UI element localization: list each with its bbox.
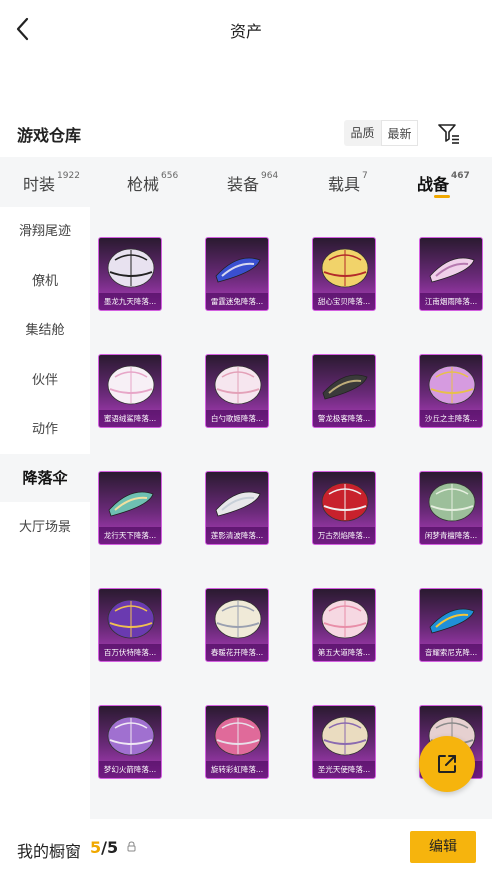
item-card[interactable]: 蜜语绒鲨降落...: [98, 354, 162, 428]
sidebar-item-companion[interactable]: 伙伴: [0, 357, 90, 405]
parachute-thumbnail: [321, 716, 369, 756]
item-name: 音耀索尼克降...: [420, 644, 482, 661]
parachute-thumbnail: [214, 599, 262, 639]
sidebar-item-glide-trail[interactable]: 滑翔尾迹: [0, 208, 90, 256]
parachute-thumbnail: [321, 248, 369, 288]
item-card[interactable]: 第五大道降落...: [312, 588, 376, 662]
edit-button[interactable]: 编辑: [410, 831, 476, 863]
tab-equipment[interactable]: 装备 964: [227, 171, 278, 195]
item-name: 白勺歌姬降落...: [206, 410, 268, 427]
item-card[interactable]: 梦幻火箭降落...: [98, 705, 162, 779]
item-card[interactable]: 墨龙九天降落...: [98, 237, 162, 311]
item-name: 旋转彩虹降落...: [206, 761, 268, 778]
item-card[interactable]: 春暖花开降落...: [205, 588, 269, 662]
item-name: 沙丘之主降落...: [420, 410, 482, 427]
item-card[interactable]: 音耀索尼克降...: [419, 588, 483, 662]
parachute-thumbnail: [215, 257, 261, 283]
item-grid: 墨龙九天降落... 雷霆迷兔降落... 甜心宝贝降落... 江南烟雨降落... 蜜语绒鲨…: [90, 207, 492, 819]
item-card[interactable]: 警龙极客降落...: [312, 354, 376, 428]
item-card[interactable]: 甜心宝贝降落...: [312, 237, 376, 311]
item-name: 江南烟雨降落...: [420, 293, 482, 310]
item-card[interactable]: 白勺歌姬降落...: [205, 354, 269, 428]
parachute-thumbnail: [107, 599, 155, 639]
parachute-thumbnail: [108, 491, 154, 517]
item-name: 圣光天使降落...: [313, 761, 375, 778]
item-name: 莲影清波降落...: [206, 527, 268, 544]
item-card[interactable]: 雷霆迷兔降落...: [205, 237, 269, 311]
item-name: 警龙极客降落...: [313, 410, 375, 427]
sort-newest-option[interactable]: 最新: [381, 120, 418, 146]
item-name: 甜心宝贝降落...: [313, 293, 375, 310]
parachute-thumbnail: [215, 491, 261, 517]
parachute-thumbnail: [321, 599, 369, 639]
tab-fashion[interactable]: 时装 1922: [23, 171, 80, 195]
page-title: 资产: [229, 22, 262, 41]
tab-vehicles[interactable]: 载具 7: [328, 171, 368, 195]
parachute-thumbnail: [107, 365, 155, 405]
parachute-thumbnail: [428, 365, 476, 405]
item-name: 闲梦青檀降落...: [420, 527, 482, 544]
item-card[interactable]: 旋转彩虹降落...: [205, 705, 269, 779]
item-name: 雷霆迷兔降落...: [206, 293, 268, 310]
item-card[interactable]: 万古烈焰降落...: [312, 471, 376, 545]
item-name: 春暖花开降落...: [206, 644, 268, 661]
item-name: 龙行天下降落...: [99, 527, 161, 544]
showcase-count: 5/5: [90, 838, 119, 857]
sort-quality-option[interactable]: 品质: [344, 120, 381, 146]
item-name: 梦幻火箭降落...: [99, 761, 161, 778]
item-name: 万古烈焰降落...: [313, 527, 375, 544]
item-card[interactable]: 圣光天使降落...: [312, 705, 376, 779]
item-card[interactable]: 江南烟雨降落...: [419, 237, 483, 311]
filter-icon[interactable]: [436, 120, 462, 146]
item-card[interactable]: 龙行天下降落...: [98, 471, 162, 545]
external-link-icon: [438, 755, 456, 773]
item-name: 百万伏特降落...: [99, 644, 161, 661]
tab-readiness[interactable]: 战备 467: [417, 171, 470, 195]
share-button[interactable]: [419, 736, 475, 792]
item-name: 墨龙九天降落...: [99, 293, 161, 310]
item-card[interactable]: 沙丘之主降落...: [419, 354, 483, 428]
top-bar: 资产: [0, 0, 492, 58]
sort-toggle: 品质 最新: [344, 120, 418, 146]
item-card[interactable]: 百万伏特降落...: [98, 588, 162, 662]
item-name: 第五大道降落...: [313, 644, 375, 661]
lock-icon: [127, 841, 136, 852]
tab-guns[interactable]: 枪械 656: [127, 171, 178, 195]
active-tab-indicator: [434, 195, 450, 198]
warehouse-title: 游戏仓库: [17, 126, 82, 145]
parachute-thumbnail: [321, 482, 369, 522]
sidebar-item-parachute[interactable]: 降落伞: [0, 454, 90, 502]
parachute-thumbnail: [107, 716, 155, 756]
parachute-thumbnail: [214, 365, 262, 405]
sidebar-item-wingman[interactable]: 僚机: [0, 258, 90, 306]
warehouse-header: 游戏仓库 品质 最新: [0, 114, 492, 154]
sidebar-item-lobby-scene[interactable]: 大厅场景: [0, 504, 90, 552]
category-tabs: 时装 1922 枪械 656 装备 964 载具 7 战备 467: [0, 157, 492, 207]
parachute-thumbnail: [322, 374, 368, 400]
item-card[interactable]: 莲影清波降落...: [205, 471, 269, 545]
parachute-thumbnail: [428, 482, 476, 522]
item-card[interactable]: 闲梦青檀降落...: [419, 471, 483, 545]
showcase-bar: 我的橱窗 5/5 编辑: [0, 819, 492, 876]
parachute-thumbnail: [107, 248, 155, 288]
sidebar: 滑翔尾迹 僚机 集结舱 伙伴 动作 降落伞 大厅场景: [0, 207, 90, 819]
showcase-label: 我的橱窗: [17, 842, 82, 861]
sidebar-item-emote[interactable]: 动作: [0, 406, 90, 454]
parachute-thumbnail: [429, 608, 475, 634]
sidebar-item-assembly-pod[interactable]: 集结舱: [0, 307, 90, 355]
parachute-thumbnail: [214, 716, 262, 756]
item-name: 蜜语绒鲨降落...: [99, 410, 161, 427]
parachute-thumbnail: [429, 257, 475, 283]
